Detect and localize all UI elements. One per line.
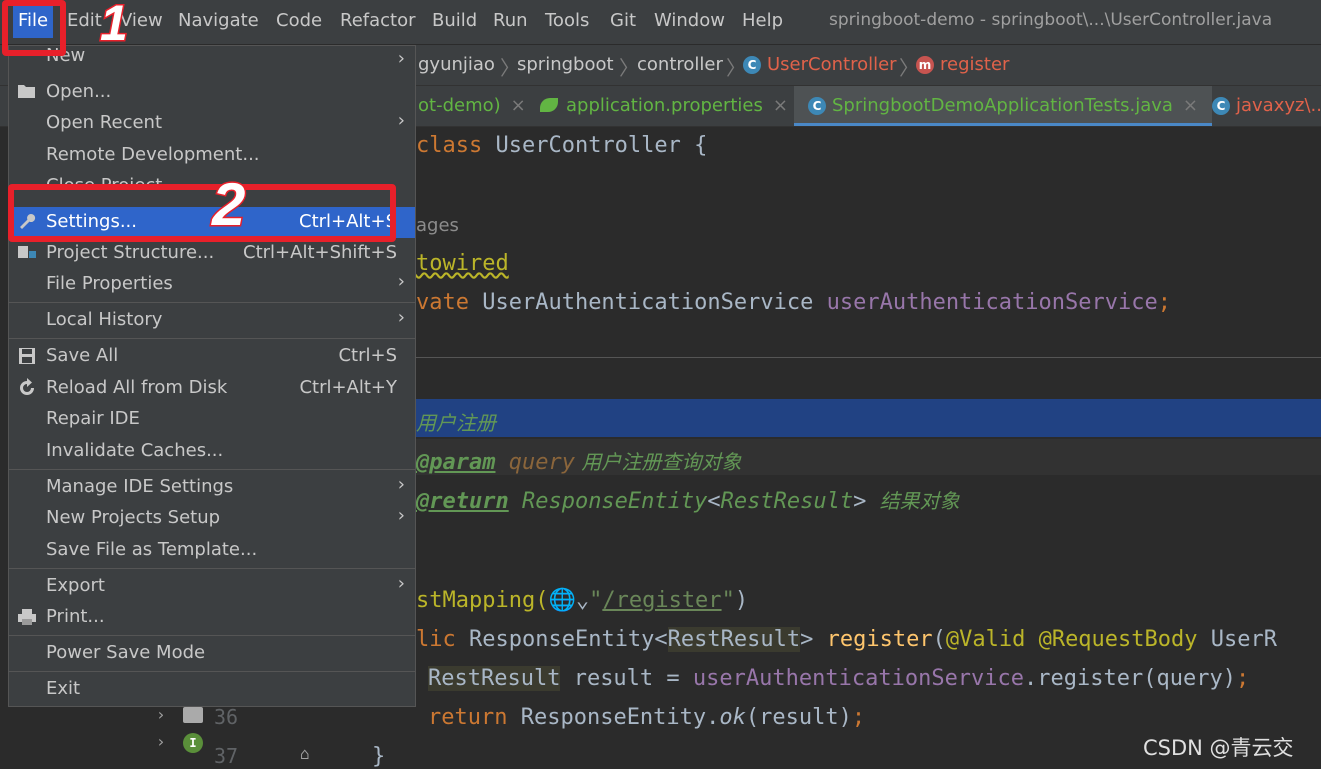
reload-icon: [17, 378, 37, 398]
menu-navigate[interactable]: Navigate: [178, 10, 259, 31]
menu-item-project-structure[interactable]: Project Structure... Ctrl+Alt+Shift+S: [9, 238, 415, 269]
breadcrumb-separator-icon: 〉: [619, 56, 639, 80]
code-line: class UserController {: [416, 133, 708, 158]
menu-run[interactable]: Run: [493, 10, 528, 31]
class-icon: C: [743, 56, 761, 74]
menu-git[interactable]: Git: [610, 10, 636, 31]
expand-chevron-icon[interactable]: ›: [156, 732, 166, 751]
selected-line: [410, 399, 1321, 437]
code-line: towired: [416, 251, 509, 276]
breadcrumb-item[interactable]: springboot: [517, 54, 614, 75]
class-icon: C: [808, 97, 826, 115]
fold-marker-icon[interactable]: ⌂: [300, 744, 310, 763]
menu-separator: [9, 338, 415, 339]
spring-leaf-icon: [540, 98, 558, 112]
menu-item-local-history[interactable]: Local History ›: [9, 305, 415, 336]
annotation-step-1: 1: [99, 0, 130, 53]
save-icon: [17, 346, 37, 366]
printer-icon: [17, 607, 37, 627]
menu-edit[interactable]: Edit: [67, 10, 102, 31]
menu-item-exit[interactable]: Exit: [9, 674, 415, 705]
menu-item-reload-all[interactable]: Reload All from Disk Ctrl+Alt+Y: [9, 373, 415, 404]
project-structure-icon: [17, 243, 37, 263]
line-number: 37: [214, 744, 239, 768]
menu-separator: [9, 568, 415, 569]
menu-item-export[interactable]: Export ›: [9, 571, 415, 602]
menu-build[interactable]: Build: [432, 10, 477, 31]
tab-springboot-demo-application-tests[interactable]: C SpringbootDemoApplicationTests.java ×: [794, 86, 1213, 126]
window-title: springboot-demo - springboot\...\UserCon…: [829, 10, 1273, 30]
interface-icon: I: [183, 733, 203, 753]
menu-item-invalidate-caches[interactable]: Invalidate Caches...: [9, 436, 415, 467]
expand-chevron-icon[interactable]: ›: [156, 705, 166, 724]
menu-item-save-as-template[interactable]: Save File as Template...: [9, 535, 415, 566]
submenu-arrow-icon: ›: [397, 48, 405, 69]
submenu-arrow-icon: ›: [397, 474, 405, 495]
folder-icon: [183, 707, 203, 723]
code-line: }: [372, 744, 386, 769]
code-line: RestResult result = userAuthenticationSe…: [428, 666, 1250, 691]
menu-item-file-properties[interactable]: File Properties ›: [9, 269, 415, 300]
file-menu-dropdown: New › Open... Open Recent › Remote Develop…: [8, 45, 416, 707]
menu-item-new-projects-setup[interactable]: New Projects Setup ›: [9, 503, 415, 534]
menu-refactor[interactable]: Refactor: [340, 10, 416, 31]
main-menubar: File Edit View Navigate Code Refactor Bu…: [0, 0, 1321, 45]
usages-hint[interactable]: ages: [416, 215, 459, 236]
close-icon[interactable]: ×: [511, 95, 526, 116]
method-icon: m: [916, 56, 934, 74]
class-icon: C: [1212, 97, 1230, 115]
menu-item-remote-development[interactable]: Remote Development...: [9, 140, 415, 171]
menu-help[interactable]: Help: [742, 10, 783, 31]
menu-separator: [9, 671, 415, 672]
close-icon[interactable]: ×: [1183, 95, 1198, 116]
annotation-step-2: 2: [210, 170, 246, 240]
menu-item-print[interactable]: Print...: [9, 602, 415, 633]
breadcrumb-item[interactable]: controller: [637, 54, 723, 75]
submenu-arrow-icon: ›: [397, 573, 405, 594]
menu-separator: [9, 302, 415, 303]
tab-demo[interactable]: ot-demo) ×: [418, 86, 526, 126]
menu-item-power-save-mode[interactable]: Power Save Mode: [9, 638, 415, 669]
menu-item-open-recent[interactable]: Open Recent ›: [9, 108, 415, 139]
method-separator: [410, 357, 1321, 358]
menu-item-repair-ide[interactable]: Repair IDE: [9, 404, 415, 435]
submenu-arrow-icon: ›: [397, 110, 405, 131]
menu-item-manage-ide-settings[interactable]: Manage IDE Settings ›: [9, 472, 415, 503]
breadcrumb-item-class[interactable]: C UserController: [743, 54, 897, 75]
line-number: 36: [214, 705, 239, 729]
watermark: CSDN @青云交: [1143, 736, 1294, 760]
menu-separator: [9, 469, 415, 470]
menu-window[interactable]: Window: [654, 10, 725, 31]
menu-item-save-all[interactable]: Save All Ctrl+S: [9, 341, 415, 372]
menu-code[interactable]: Code: [276, 10, 322, 31]
breadcrumb-item[interactable]: gyunjiao: [418, 54, 495, 75]
code-line: lic ResponseEntity<RestResult> register(…: [416, 627, 1277, 652]
breadcrumb-item-method[interactable]: m register: [916, 54, 1009, 75]
tab-application-properties[interactable]: application.properties ×: [540, 86, 788, 126]
submenu-arrow-icon: ›: [397, 271, 405, 292]
code-line: return ResponseEntity.ok(result);: [428, 705, 866, 730]
annotation-box-file: [2, 0, 66, 56]
submenu-arrow-icon: ›: [397, 307, 405, 328]
doc-line: @param query 用户注册查询对象: [416, 450, 742, 475]
doc-line: @return ResponseEntity<RestResult> 结果对象: [416, 489, 960, 514]
submenu-arrow-icon: ›: [397, 505, 405, 526]
doc-line: 用户注册: [416, 411, 496, 435]
folder-open-icon: [17, 82, 37, 102]
globe-icon[interactable]: 🌐⌄: [548, 588, 589, 613]
annotation-box-settings: [8, 184, 396, 242]
code-line: vate UserAuthenticationService userAuthe…: [416, 290, 1171, 315]
menu-item-new[interactable]: New ›: [9, 46, 415, 74]
menu-tools[interactable]: Tools: [545, 10, 589, 31]
close-icon[interactable]: ×: [773, 95, 788, 116]
tab-javaxyz[interactable]: Cjavaxyz\...: [1212, 86, 1321, 126]
menu-item-open[interactable]: Open...: [9, 77, 415, 108]
code-line: stMapping(🌐⌄"/register"): [416, 588, 749, 613]
menu-separator: [9, 635, 415, 636]
